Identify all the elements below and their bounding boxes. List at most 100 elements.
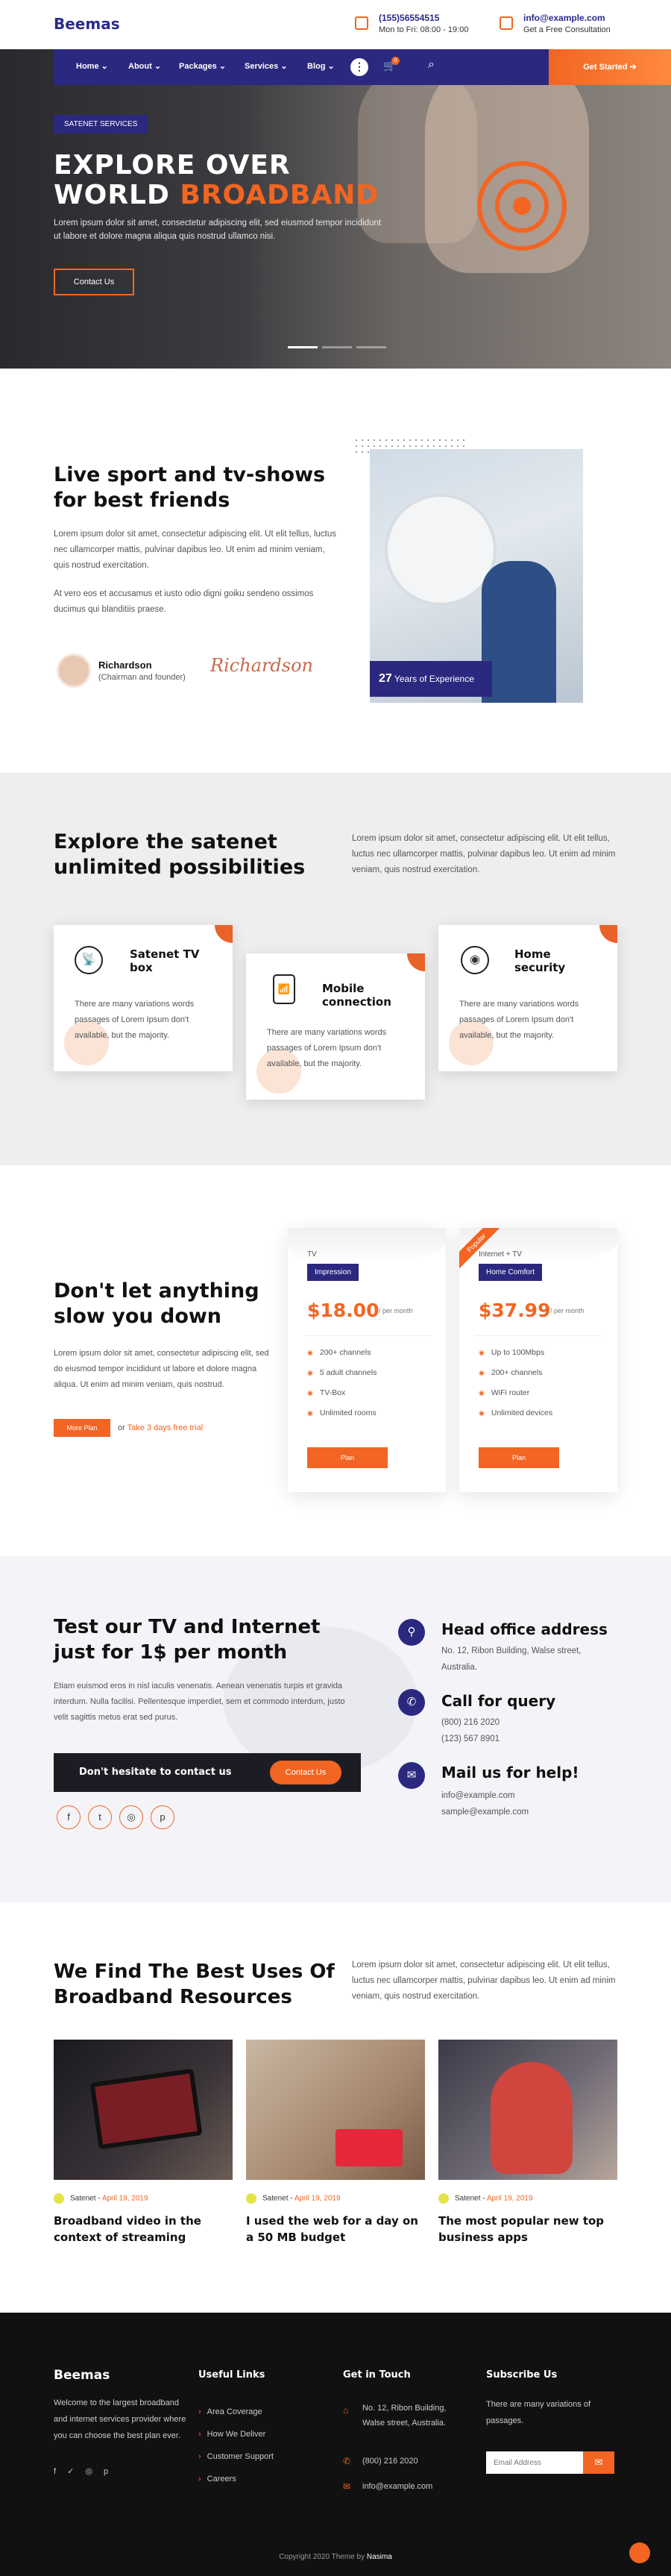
plan-feature: WiFi router xyxy=(479,1383,552,1403)
get-started-button[interactable]: Get Started ➔ xyxy=(549,49,671,85)
subscribe-email-input[interactable] xyxy=(486,2451,583,2474)
nav-item-home[interactable]: Home ⌄ xyxy=(76,61,108,71)
experience-text: Years of Experience xyxy=(394,674,474,684)
footer-link[interactable]: Customer Support xyxy=(198,2445,274,2468)
mobile-icon: 📶 xyxy=(273,974,295,1004)
author-avatar xyxy=(246,2193,256,2204)
header-phone: (155)56554515 Mon to Fri: 08:00 - 19:00 xyxy=(379,13,468,36)
copyright-brand[interactable]: Nasima xyxy=(367,2553,392,2561)
footer-useful-title: Useful Links xyxy=(198,2369,265,2381)
nav-item-blog[interactable]: Blog ⌄ xyxy=(307,61,335,71)
nav-item-about[interactable]: About ⌄ xyxy=(128,61,161,71)
plan-feature: Unlimited devices xyxy=(479,1403,552,1423)
post-title[interactable]: The most popular new top business apps xyxy=(438,2213,617,2246)
footer-about: Welcome to the largest broadband and int… xyxy=(54,2398,186,2440)
contact-item-title: Call for query xyxy=(441,1692,556,1710)
scroll-top-button[interactable] xyxy=(629,2542,650,2563)
phone-number[interactable]: (155)56554515 xyxy=(379,13,439,23)
person-role: (Chairman and founder) xyxy=(98,673,186,682)
more-menu-icon[interactable]: ⋮ xyxy=(350,58,368,76)
contact-item-lines: (800) 216 2020 (123) 567 8901 xyxy=(441,1718,500,1743)
about-para-2: At vero eos et accusamus et iusto odio d… xyxy=(54,589,314,614)
plan-button[interactable]: Plan xyxy=(479,1447,559,1468)
service-card-tv-box[interactable]: 📡 Satenet TV box There are many variatio… xyxy=(54,925,233,1071)
service-card-security[interactable]: ◉ Home security There are many variation… xyxy=(438,925,617,1071)
hero-title-highlight: BROADBAND xyxy=(180,180,379,210)
service-card-mobile[interactable]: 📶 Mobile connection There are many varia… xyxy=(246,953,425,1100)
facebook-icon[interactable]: f xyxy=(57,1805,81,1829)
mail-icon: ✉ xyxy=(398,1762,425,1789)
post-meta: Satenet - April 19, 2019 xyxy=(438,2193,533,2204)
subscribe-send-icon[interactable]: ✉ xyxy=(583,2451,614,2474)
slider-dot-3[interactable] xyxy=(356,346,386,348)
plan-feature: 5 adult channels xyxy=(307,1363,377,1383)
blog-text: Lorem ipsum dolor sit amet, consectetur … xyxy=(352,1961,616,2001)
slider-dot-1[interactable] xyxy=(288,346,318,348)
hero-contact-button[interactable]: Contact Us xyxy=(54,269,134,295)
header-email: info@example.com Get a Free Consultation xyxy=(523,13,611,36)
footer-link[interactable]: Area Coverage xyxy=(198,2401,274,2423)
phone-icon: ✆ xyxy=(398,1689,425,1716)
card-text: There are many variations words passages… xyxy=(267,1028,387,1068)
instagram-icon[interactable]: ◎ xyxy=(119,1805,143,1829)
blog-image-streaming[interactable] xyxy=(54,2040,233,2180)
footer-links: Area Coverage How We Deliver Customer Su… xyxy=(198,2401,274,2490)
twitter-icon[interactable]: t xyxy=(88,1805,112,1829)
top-header: Beemas (155)56554515 Mon to Fri: 08:00 -… xyxy=(0,0,671,49)
tablet-shape xyxy=(89,2068,203,2150)
footer-home-icon: ⌂ xyxy=(343,2405,349,2416)
footer-email[interactable]: info@example.com xyxy=(362,2478,432,2495)
footer-social-icons[interactable]: f ✓ ◎ p xyxy=(54,2466,113,2476)
post-title[interactable]: Broadband video in the context of stream… xyxy=(54,2213,233,2246)
card-text: There are many variations words passages… xyxy=(459,1000,579,1040)
office-hours: Mon to Fri: 08:00 - 19:00 xyxy=(379,25,469,34)
footer-logo[interactable]: Beemas xyxy=(54,2368,110,2383)
site-logo[interactable]: Beemas xyxy=(54,15,120,33)
search-icon[interactable]: ⌕ xyxy=(428,58,435,72)
footer: Beemas Welcome to the largest broadband … xyxy=(0,2313,671,2576)
footer-subscribe-text: There are many variations of passages. xyxy=(486,2400,591,2425)
person-shape xyxy=(491,2062,573,2174)
hero-chip: SATENET SERVICES xyxy=(54,115,148,134)
footer-link[interactable]: How We Deliver xyxy=(198,2423,274,2445)
plan-category: TV xyxy=(307,1250,317,1259)
about-title: Live sport and tv-shows for best friends xyxy=(54,463,326,512)
contact-item-lines: No. 12, Ribon Building, Walse street, Aus… xyxy=(441,1646,582,1672)
contact-email-2[interactable]: sample@example.com xyxy=(441,1804,529,1820)
footer-link[interactable]: Careers xyxy=(198,2468,274,2490)
post-title[interactable]: I used the web for a day on a 50 MB budg… xyxy=(246,2213,425,2246)
plan-feature: 200+ channels xyxy=(307,1343,377,1363)
experience-badge: 27 Years of Experience xyxy=(370,661,492,697)
blog-image-web[interactable] xyxy=(246,2040,425,2180)
nav-item-services[interactable]: Services ⌄ xyxy=(245,61,288,71)
tv-box-icon: 📡 xyxy=(75,946,103,974)
explore-text: Lorem ipsum dolor sit amet, consectetur … xyxy=(352,834,616,874)
contact-banner-button[interactable]: Contact Us xyxy=(270,1761,341,1784)
divider xyxy=(476,1335,602,1336)
more-plan-button[interactable]: More Plan xyxy=(54,1419,110,1437)
post-meta: Satenet - April 19, 2019 xyxy=(54,2193,148,2204)
pricing-text: Lorem ipsum dolor sit amet, consectetur … xyxy=(54,1349,269,1389)
card-corner xyxy=(599,925,617,943)
hero-section: SATENET SERVICES EXPLORE OVER WORLD BROA… xyxy=(0,49,671,369)
pricing-or: or Take 3 days free trial xyxy=(118,1423,204,1432)
footer-phone[interactable]: (800) 216 2020 xyxy=(362,2453,418,2469)
mail-icon xyxy=(500,16,513,30)
hero-text: Lorem ipsum dolor sit amet, consectetur … xyxy=(54,219,382,241)
plan-feature: Unlimited rooms xyxy=(307,1403,377,1423)
slider-dot-2[interactable] xyxy=(322,346,352,348)
pinterest-icon[interactable]: p xyxy=(151,1805,174,1829)
email-address[interactable]: info@example.com xyxy=(523,13,605,23)
signature: Richardson xyxy=(210,655,314,676)
contact-email-1[interactable]: info@example.com xyxy=(441,1787,529,1804)
plan-category: Internet + TV xyxy=(479,1250,522,1259)
nav-item-packages[interactable]: Packages ⌄ xyxy=(179,61,226,71)
footer-subscribe-title: Subscribe Us xyxy=(486,2369,558,2381)
location-icon: ⚲ xyxy=(398,1619,425,1646)
blog-image-apps[interactable] xyxy=(438,2040,617,2180)
contact-item-lines: info@example.com sample@example.com xyxy=(441,1787,529,1820)
free-trial-link[interactable]: Take 3 days free trial xyxy=(127,1423,204,1432)
plan-features: 200+ channels 5 adult channels TV-Box Un… xyxy=(307,1343,377,1423)
pricing-title: Don't let anything slow you down xyxy=(54,1279,259,1328)
plan-button[interactable]: Plan xyxy=(307,1447,388,1468)
